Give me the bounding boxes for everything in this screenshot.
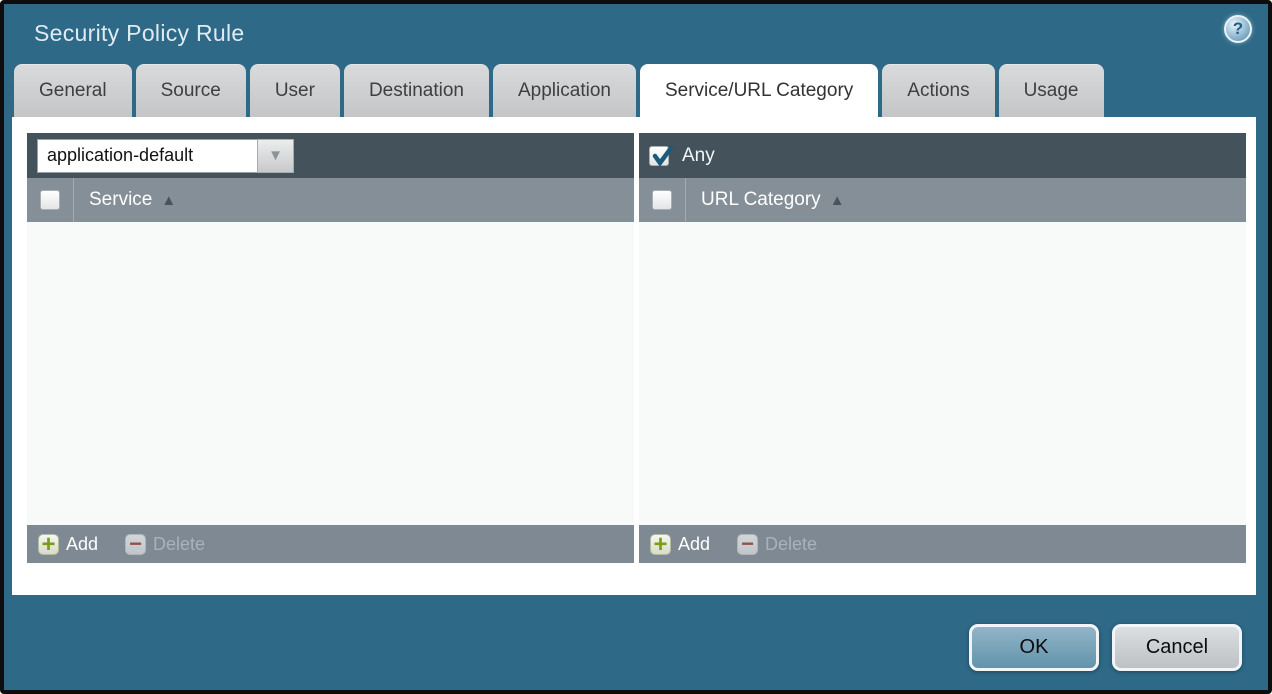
tab-user[interactable]: User: [250, 64, 340, 117]
delete-button-label: Delete: [153, 534, 205, 555]
add-button-label: Add: [678, 534, 710, 555]
help-icon[interactable]: ?: [1224, 15, 1252, 43]
service-delete-button: − Delete: [125, 534, 205, 555]
tab-destination[interactable]: Destination: [344, 64, 489, 117]
sort-ascending-icon[interactable]: ▲: [830, 192, 845, 209]
add-button-label: Add: [66, 534, 98, 555]
url-category-add-button[interactable]: + Add: [650, 534, 710, 555]
tab-label: Service/URL Category: [665, 80, 853, 102]
minus-icon: −: [737, 534, 758, 555]
service-column-header-row: Service ▲: [27, 178, 634, 222]
url-category-panel: Any URL Category ▲ + Add −: [639, 133, 1246, 563]
service-type-combobox: ▼: [37, 139, 294, 173]
minus-icon: −: [125, 534, 146, 555]
ok-button[interactable]: OK: [969, 624, 1099, 671]
tab-actions[interactable]: Actions: [882, 64, 994, 117]
tab-service-url-category[interactable]: Service/URL Category: [640, 64, 878, 117]
url-category-list-body: [639, 222, 1246, 525]
url-category-select-all-checkbox[interactable]: [652, 190, 672, 210]
tab-application[interactable]: Application: [493, 64, 636, 117]
service-column-header[interactable]: Service: [89, 189, 152, 211]
service-select-all-cell: [27, 178, 74, 222]
dialog-title: Security Policy Rule: [34, 20, 245, 47]
plus-icon: +: [650, 534, 671, 555]
tab-label: Actions: [907, 80, 969, 102]
url-category-panel-header: Any: [639, 133, 1246, 178]
tab-usage[interactable]: Usage: [999, 64, 1104, 117]
url-category-delete-button: − Delete: [737, 534, 817, 555]
url-category-column-header-row: URL Category ▲: [639, 178, 1246, 222]
tab-bar: General Source User Destination Applicat…: [4, 62, 1268, 117]
dialog-action-buttons: OK Cancel: [969, 624, 1242, 671]
question-mark-glyph: ?: [1233, 19, 1243, 39]
tab-label: Usage: [1024, 80, 1079, 102]
cancel-button[interactable]: Cancel: [1112, 624, 1242, 671]
tab-label: General: [39, 80, 107, 102]
url-category-select-all-cell: [639, 178, 686, 222]
any-label: Any: [682, 145, 715, 167]
tab-general[interactable]: General: [14, 64, 132, 117]
service-panel-footer: + Add − Delete: [27, 525, 634, 563]
panels-container: ▼ Service ▲ + Add: [27, 133, 1246, 563]
service-select-all-checkbox[interactable]: [40, 190, 60, 210]
delete-button-label: Delete: [765, 534, 817, 555]
sort-ascending-icon[interactable]: ▲: [161, 192, 176, 209]
tab-label: Application: [518, 80, 611, 102]
tab-label: Source: [161, 80, 221, 102]
tab-source[interactable]: Source: [136, 64, 246, 117]
any-checkbox[interactable]: [649, 146, 669, 166]
service-panel: ▼ Service ▲ + Add: [27, 133, 634, 563]
plus-icon: +: [38, 534, 59, 555]
service-add-button[interactable]: + Add: [38, 534, 98, 555]
chevron-down-icon: ▼: [268, 148, 283, 163]
url-category-panel-footer: + Add − Delete: [639, 525, 1246, 563]
service-list-body: [27, 222, 634, 525]
titlebar: Security Policy Rule: [4, 4, 1268, 62]
security-policy-rule-dialog: Security Policy Rule ? General Source Us…: [0, 0, 1272, 694]
service-type-dropdown-button[interactable]: ▼: [257, 139, 294, 173]
tab-label: User: [275, 80, 315, 102]
url-category-column-header[interactable]: URL Category: [701, 189, 821, 211]
checkmark-icon: [651, 144, 675, 168]
service-panel-header: ▼: [27, 133, 634, 178]
tab-label: Destination: [369, 80, 464, 102]
tab-content-service-url-category: ▼ Service ▲ + Add: [12, 117, 1256, 595]
service-type-input[interactable]: [37, 139, 257, 173]
